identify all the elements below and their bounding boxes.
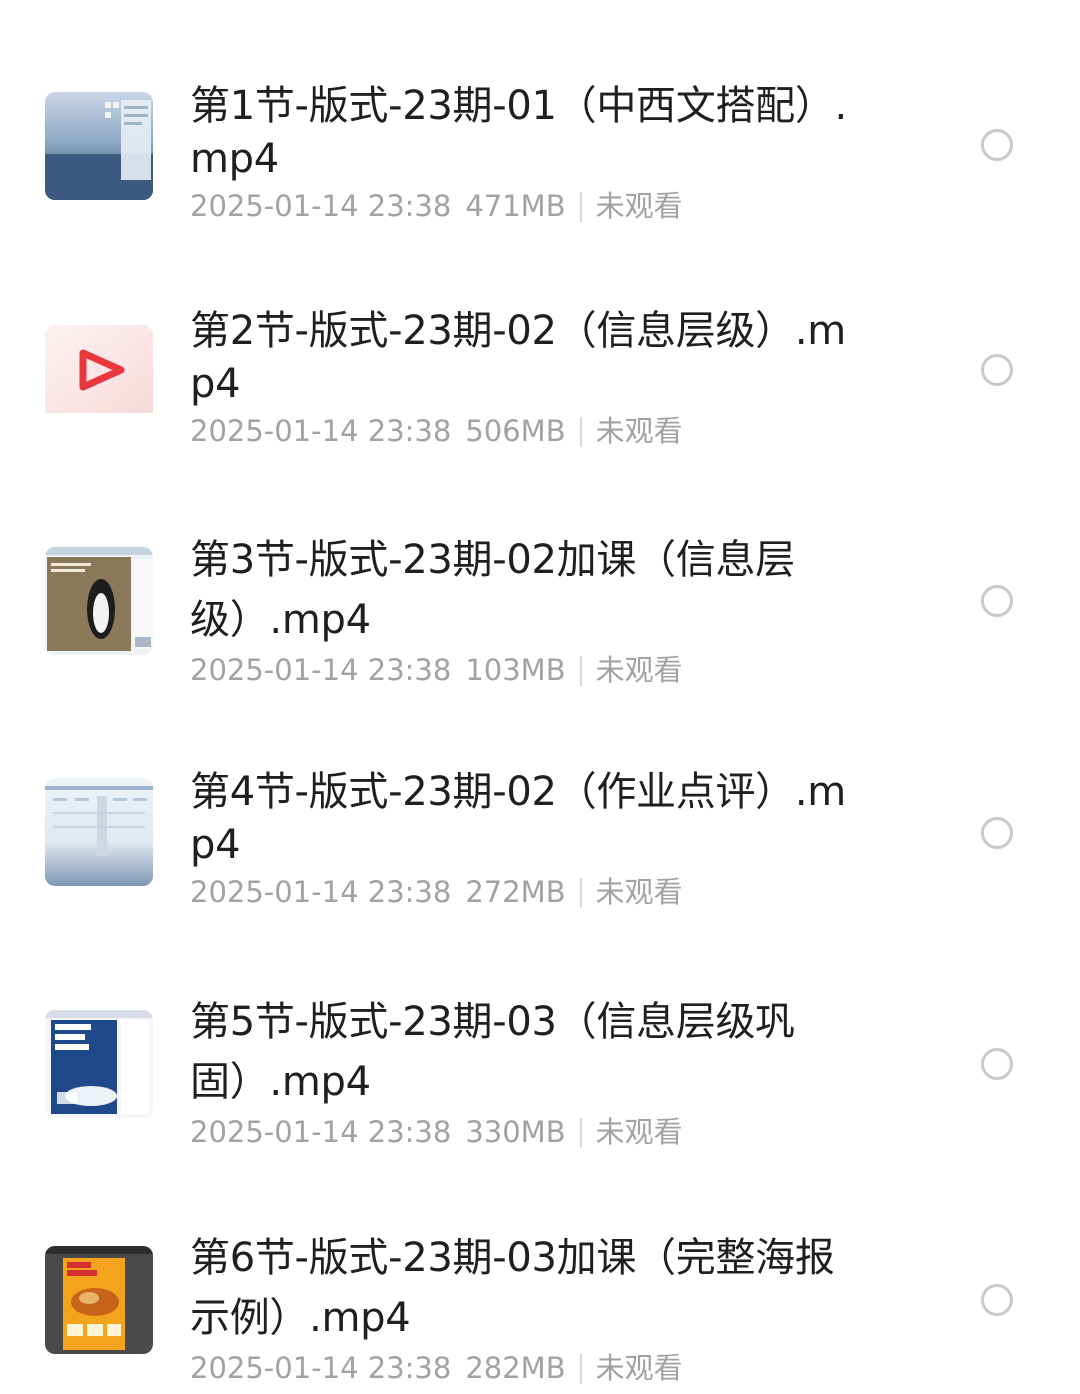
file-name: 第6节-版式-23期-03加课（完整海报示例）.mp4	[190, 1235, 835, 1341]
video-thumbnail-poster-icon	[45, 1010, 153, 1118]
file-name: 第5节-版式-23期-03（信息层级巩固）.mp4	[190, 999, 795, 1105]
watch-status: 未观看	[595, 189, 683, 223]
file-name: 第2节-版式-23期-02（信息层级）.mp4	[190, 308, 846, 407]
video-thumbnail-desktop-icon	[45, 92, 153, 200]
select-radio[interactable]	[981, 817, 1013, 849]
file-size: 471MB	[465, 189, 566, 223]
divider	[579, 878, 582, 908]
file-date: 2025-01-14 23:38	[190, 1351, 452, 1385]
divider	[579, 1118, 582, 1148]
file-size: 506MB	[465, 414, 566, 448]
list-item[interactable]: 第1节-版式-23期-01（中西文搭配）.mp4 2025-01-14 23:3…	[0, 80, 1080, 230]
watch-status: 未观看	[595, 414, 683, 448]
file-date: 2025-01-14 23:38	[190, 414, 452, 448]
file-meta: 2025-01-14 23:38 471MB 未观看	[190, 188, 870, 224]
file-meta: 2025-01-14 23:38 506MB 未观看	[190, 413, 870, 449]
file-meta: 2025-01-14 23:38 272MB 未观看	[190, 874, 870, 910]
select-radio[interactable]	[981, 1048, 1013, 1080]
video-thumbnail-poster-icon	[45, 547, 153, 655]
divider	[579, 656, 582, 686]
file-size: 282MB	[465, 1351, 566, 1385]
file-meta: 2025-01-14 23:38 103MB 未观看	[190, 652, 870, 688]
video-thumbnail-poster-icon	[45, 1246, 153, 1354]
divider	[579, 417, 582, 447]
file-date: 2025-01-14 23:38	[190, 189, 452, 223]
file-date: 2025-01-14 23:38	[190, 875, 452, 909]
file-name: 第1节-版式-23期-01（中西文搭配）.mp4	[190, 83, 847, 182]
video-thumbnail-desktop-icon	[45, 778, 153, 886]
file-name: 第3节-版式-23期-02加课（信息层级）.mp4	[190, 537, 795, 643]
file-meta: 2025-01-14 23:38 330MB 未观看	[190, 1114, 870, 1150]
file-size: 103MB	[465, 653, 566, 687]
file-size: 272MB	[465, 875, 566, 909]
watch-status: 未观看	[595, 875, 683, 909]
video-play-icon	[45, 325, 153, 433]
list-item[interactable]: 第2节-版式-23期-02（信息层级）.mp4 2025-01-14 23:38…	[0, 305, 1080, 455]
select-radio[interactable]	[981, 585, 1013, 617]
select-radio[interactable]	[981, 1284, 1013, 1316]
file-size: 330MB	[465, 1115, 566, 1149]
watch-status: 未观看	[595, 1351, 683, 1385]
select-radio[interactable]	[981, 354, 1013, 386]
list-item[interactable]: 第3节-版式-23期-02加课（信息层级）.mp4 2025-01-14 23:…	[0, 530, 1080, 690]
watch-status: 未观看	[595, 1115, 683, 1149]
file-name: 第4节-版式-23期-02（作业点评）.mp4	[190, 769, 846, 868]
file-date: 2025-01-14 23:38	[190, 653, 452, 687]
divider	[579, 1354, 582, 1384]
watch-status: 未观看	[595, 653, 683, 687]
divider	[579, 192, 582, 222]
list-item[interactable]: 第5节-版式-23期-03（信息层级巩固）.mp4 2025-01-14 23:…	[0, 992, 1080, 1152]
file-list: 第1节-版式-23期-01（中西文搭配）.mp4 2025-01-14 23:3…	[0, 0, 1080, 1394]
list-item[interactable]: 第6节-版式-23期-03加课（完整海报示例）.mp4 2025-01-14 2…	[0, 1228, 1080, 1394]
file-date: 2025-01-14 23:38	[190, 1115, 452, 1149]
select-radio[interactable]	[981, 129, 1013, 161]
list-item[interactable]: 第4节-版式-23期-02（作业点评）.mp4 2025-01-14 23:38…	[0, 766, 1080, 916]
file-meta: 2025-01-14 23:38 282MB 未观看	[190, 1350, 870, 1386]
